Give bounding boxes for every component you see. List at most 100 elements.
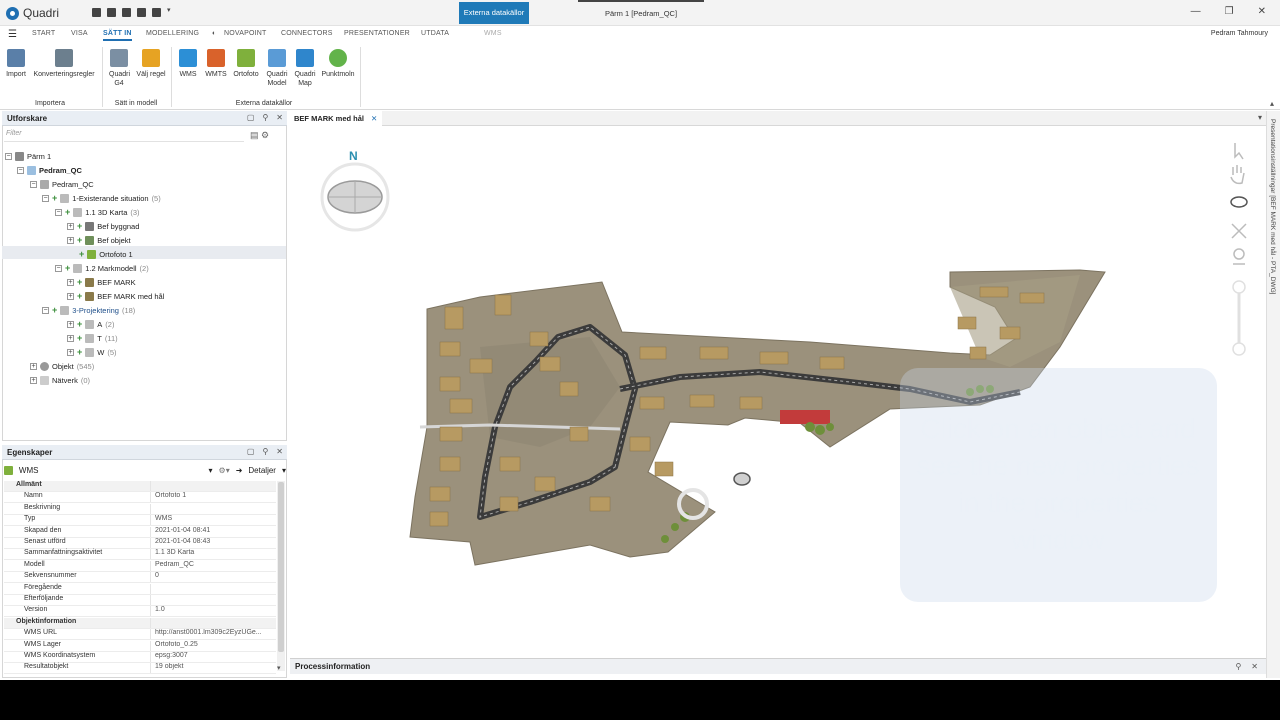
tab-connectors[interactable]: CONNECTORS bbox=[281, 30, 333, 37]
collapse-icon[interactable]: − bbox=[17, 166, 24, 174]
close-tab-icon[interactable]: ✕ bbox=[371, 114, 377, 123]
property-value[interactable]: http://anst0001.lm309c2EyzUGe... bbox=[150, 629, 276, 640]
tree-node[interactable]: + Nätverk (0) bbox=[30, 373, 90, 387]
expand-icon[interactable]: + bbox=[67, 320, 74, 328]
collapse-icon[interactable]: − bbox=[55, 264, 62, 272]
tree-node[interactable]: − Pedram_QC bbox=[17, 163, 82, 177]
zoom-slider-thumb[interactable] bbox=[1232, 280, 1246, 294]
property-row[interactable]: Föregående bbox=[4, 583, 276, 595]
property-row[interactable]: WMS Lager Ortofoto_0.25 bbox=[4, 640, 276, 652]
wmts-button[interactable]: WMTS bbox=[203, 49, 229, 79]
property-value[interactable]: Ortofoto 1 bbox=[150, 492, 276, 503]
building[interactable] bbox=[439, 341, 461, 357]
chevron-down-icon[interactable]: ▾ bbox=[282, 466, 286, 475]
minimize-icon[interactable]: — bbox=[1191, 6, 1201, 17]
select-rule-button[interactable]: Välj regel bbox=[134, 49, 168, 79]
building[interactable] bbox=[739, 396, 763, 410]
building[interactable] bbox=[534, 476, 556, 492]
tab-presentationer[interactable]: PRESENTATIONER bbox=[344, 30, 410, 37]
tree-node[interactable]: + Objekt (545) bbox=[30, 359, 94, 373]
building[interactable] bbox=[969, 346, 987, 360]
property-row[interactable]: WMS URL http://anst0001.lm309c2EyzUGe... bbox=[4, 629, 276, 641]
property-row[interactable]: Resultatobjekt 19 objekt bbox=[4, 663, 276, 675]
tab-start[interactable]: START bbox=[32, 30, 55, 37]
add-icon[interactable]: + bbox=[77, 320, 82, 329]
property-value[interactable]: epsg:3007 bbox=[150, 652, 276, 662]
add-icon[interactable]: + bbox=[79, 250, 84, 259]
collapse-icon[interactable]: − bbox=[30, 180, 37, 188]
building[interactable] bbox=[639, 346, 667, 360]
property-row[interactable]: Senast utförd 2021-01-04 08:43 bbox=[4, 538, 276, 549]
tab-modellering[interactable]: MODELLERING bbox=[146, 30, 199, 37]
collapse-icon[interactable]: − bbox=[42, 306, 49, 314]
tree-node[interactable]: + + BEF MARK med hål bbox=[67, 289, 164, 303]
property-category[interactable]: Allmänt bbox=[4, 481, 276, 492]
import-button[interactable]: Import bbox=[5, 49, 27, 79]
tree-node[interactable]: − +3-Projektering (18) bbox=[42, 303, 135, 317]
property-value[interactable]: 1.0 bbox=[150, 606, 276, 617]
tree-node[interactable]: + + Bef objekt bbox=[67, 233, 131, 247]
building[interactable] bbox=[639, 396, 665, 410]
expand-icon[interactable]: + bbox=[67, 292, 74, 300]
pin-icon[interactable]: ⚲ bbox=[262, 113, 268, 122]
property-value[interactable]: Pedram_QC bbox=[150, 560, 276, 571]
add-icon[interactable]: + bbox=[77, 348, 82, 357]
building[interactable] bbox=[589, 496, 611, 512]
highlighted-building[interactable] bbox=[780, 410, 830, 424]
close-icon[interactable]: ✕ bbox=[276, 113, 283, 122]
collapse-icon[interactable]: − bbox=[42, 194, 49, 202]
building[interactable] bbox=[444, 306, 464, 330]
property-row[interactable]: Efterföljande bbox=[4, 595, 276, 606]
collapse-icon[interactable]: − bbox=[55, 208, 62, 216]
collapse-icon[interactable]: − bbox=[5, 152, 12, 160]
building[interactable] bbox=[439, 426, 463, 442]
fly-icon[interactable] bbox=[1231, 223, 1247, 239]
tree-node[interactable]: + + A (2) bbox=[67, 317, 114, 331]
add-icon[interactable]: + bbox=[77, 334, 82, 343]
filter-input[interactable]: Filter bbox=[4, 130, 244, 142]
property-value[interactable] bbox=[150, 503, 276, 514]
scrollbar-thumb[interactable] bbox=[278, 482, 284, 652]
building[interactable] bbox=[429, 511, 449, 527]
pan-hand-icon[interactable] bbox=[1230, 165, 1245, 185]
close-icon[interactable]: ✕ bbox=[1258, 6, 1266, 17]
expand-icon[interactable]: + bbox=[30, 362, 37, 370]
quadri-map-button[interactable]: Quadri Map bbox=[293, 49, 317, 88]
close-icon[interactable]: ✕ bbox=[276, 447, 283, 456]
tab-novapoint[interactable]: NOVAPOINT bbox=[224, 30, 267, 37]
pin-icon[interactable]: ⚲ bbox=[1235, 662, 1241, 671]
property-value[interactable]: 2021-01-04 08:41 bbox=[150, 526, 276, 537]
orthophoto-button[interactable]: Ortofoto bbox=[231, 49, 261, 79]
add-icon[interactable]: + bbox=[77, 292, 82, 301]
property-row[interactable]: Beskrivning bbox=[4, 503, 276, 515]
tree-node[interactable]: − Pedram_QC bbox=[30, 177, 94, 191]
export-icon[interactable] bbox=[152, 8, 161, 17]
building[interactable] bbox=[979, 286, 1009, 298]
building[interactable] bbox=[499, 496, 519, 512]
building[interactable] bbox=[1019, 292, 1045, 304]
building[interactable] bbox=[689, 394, 715, 408]
tree-node-selected[interactable]: + Ortofoto 1 bbox=[79, 247, 133, 261]
property-row[interactable]: Typ WMS bbox=[4, 515, 276, 527]
restore-icon[interactable]: ❐ bbox=[1225, 6, 1234, 17]
building[interactable] bbox=[957, 316, 977, 330]
details-button[interactable]: Detaljer bbox=[248, 466, 276, 475]
conversion-rules-button[interactable]: Konverteringsregler bbox=[32, 49, 96, 79]
building[interactable] bbox=[429, 486, 451, 502]
wms-button[interactable]: WMS bbox=[177, 49, 199, 79]
select-arrow-icon[interactable] bbox=[1234, 143, 1244, 160]
expand-icon[interactable]: + bbox=[67, 334, 74, 342]
chevron-down-icon[interactable]: ▾ bbox=[167, 7, 173, 14]
user-name[interactable]: Pedram Tahmoury bbox=[1211, 30, 1268, 37]
tree-node[interactable]: + + Bef byggnad bbox=[67, 219, 139, 233]
building[interactable] bbox=[819, 356, 845, 370]
property-row[interactable]: Version 1.0 bbox=[4, 606, 276, 618]
tree-node[interactable]: + + W (5) bbox=[67, 345, 117, 359]
expand-icon[interactable]: + bbox=[67, 278, 74, 286]
building[interactable] bbox=[449, 398, 473, 414]
property-value[interactable]: 2021-01-04 08:43 bbox=[150, 538, 276, 548]
tree-node[interactable]: − +1.1 3D Karta (3) bbox=[55, 205, 140, 219]
building[interactable] bbox=[654, 461, 674, 477]
building[interactable] bbox=[529, 331, 549, 347]
gear-icon[interactable]: ⚙▾ bbox=[219, 466, 230, 475]
